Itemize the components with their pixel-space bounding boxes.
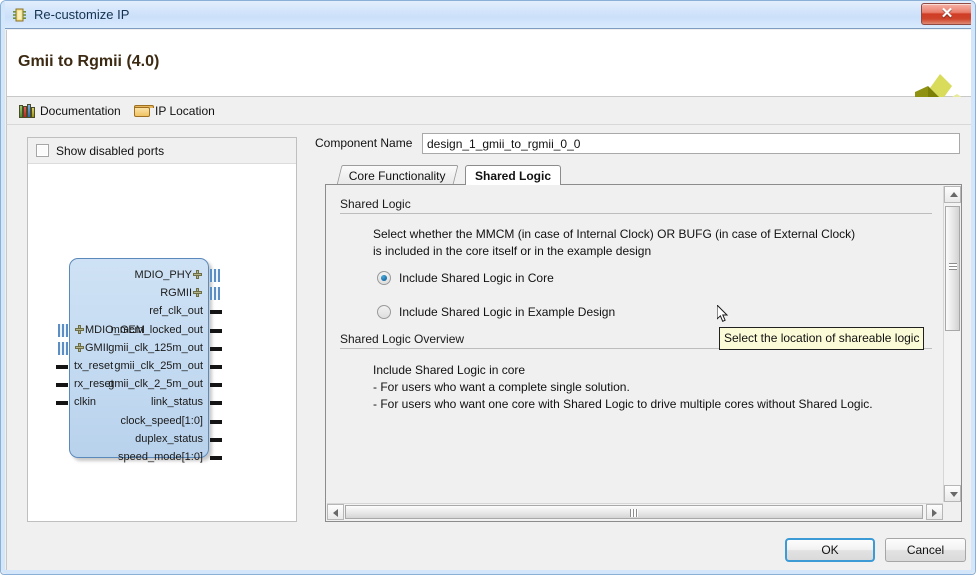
radio-include-in-core[interactable] <box>377 271 391 285</box>
pin-connector-icon <box>210 433 222 446</box>
port-label: speed_mode[1:0] <box>117 451 203 463</box>
bus-pin-connector-icon <box>58 323 68 337</box>
port-label: MDIO_PHY <box>135 269 203 282</box>
option-include-in-core-label: Include Shared Logic in Core <box>399 271 554 285</box>
page-title: Gmii to Rgmii (4.0) <box>18 53 160 70</box>
component-name-label: Component Name <box>315 136 413 150</box>
port-label: clock_speed[1:0] <box>120 414 203 427</box>
ip-toolbar: Documentation IP Location <box>6 97 972 125</box>
port-name: MDIO_PHY <box>134 269 192 281</box>
option-include-in-example-design[interactable]: Include Shared Logic in Example Design <box>377 303 615 321</box>
horizontal-scrollbar-thumb[interactable] <box>345 505 923 519</box>
scrollbar-grip-icon <box>949 263 957 270</box>
port-diagram-panel: Show disabled ports MDIO_PHY RGMII ref_clk… <box>27 137 297 522</box>
scroll-down-arrow-icon[interactable] <box>944 485 961 502</box>
title-bar: Re-customize IP ✕ <box>1 1 975 29</box>
documentation-link[interactable]: Documentation <box>19 102 121 120</box>
port-label: rx_reset <box>74 378 114 391</box>
vertical-scrollbar[interactable] <box>943 186 961 502</box>
port-label: gmii_clk_25m_out <box>114 360 203 372</box>
shared-logic-tab-panel: Shared Logic Select whether the MMCM (in… <box>325 185 962 522</box>
shared-logic-description-line1: Select whether the MMCM (in case of Inte… <box>373 227 856 241</box>
ip-block-icon <box>12 7 28 23</box>
port-label: duplex_status <box>135 432 203 445</box>
tooltip: Select the location of shareable logic <box>719 327 925 350</box>
show-disabled-ports-row[interactable]: Show disabled ports <box>28 138 296 164</box>
pin-connector-icon <box>210 415 222 428</box>
ip-location-link[interactable]: IP Location <box>134 102 215 120</box>
books-icon <box>19 103 35 119</box>
tab-shared-logic[interactable]: Shared Logic <box>465 165 562 185</box>
shared-logic-description-line2: is included in the core itself or in the… <box>373 244 652 258</box>
folder-icon <box>134 104 154 118</box>
re-customize-ip-window: Re-customize IP ✕ Gmii to Rgmii (4.0) Do… <box>0 0 976 575</box>
bus-pin-connector-icon <box>210 269 220 282</box>
component-name-row: Component Name <box>312 133 962 155</box>
overview-line3: - For users who want one core with Share… <box>373 397 873 411</box>
expand-plus-icon[interactable] <box>193 270 202 279</box>
pin-connector-icon <box>210 378 222 391</box>
ip-symbol-diagram[interactable]: MDIO_PHY RGMII ref_clk_out mmcm_locked_out g… <box>28 164 296 521</box>
documentation-label: Documentation <box>40 104 121 118</box>
ok-button[interactable]: OK <box>785 538 875 562</box>
overview-line1: Include Shared Logic in core <box>373 363 526 377</box>
port-label: tx_reset <box>74 360 114 372</box>
scrollbar-grip-icon <box>630 509 638 517</box>
show-disabled-ports-checkbox[interactable] <box>36 144 49 157</box>
port-label: link_status <box>151 396 203 409</box>
content-area: Show disabled ports MDIO_PHY RGMII ref_clk… <box>6 125 972 527</box>
overview-section-title: Shared Logic Overview <box>340 332 470 346</box>
port-name: MDIO_GEM <box>85 323 145 336</box>
pin-connector-icon <box>210 451 222 464</box>
bus-pin-connector-icon <box>210 287 220 301</box>
tab-core-functionality[interactable]: Core Functionality <box>336 165 459 185</box>
pin-connector-icon <box>210 342 222 355</box>
expand-plus-icon[interactable] <box>75 342 84 352</box>
port-label: MDIO_GEM <box>74 324 145 337</box>
dialog-footer: OK Cancel <box>6 527 972 571</box>
pin-connector-icon <box>210 324 222 337</box>
pin-connector-icon <box>56 378 68 391</box>
pin-connector-icon <box>56 396 68 409</box>
tab-strip: Core Functionality Shared Logic <box>325 165 962 185</box>
bus-pin-connector-icon <box>58 341 68 355</box>
close-icon: ✕ <box>940 5 954 22</box>
port-label: ref_clk_out <box>149 305 203 318</box>
port-label: clkin <box>74 396 97 409</box>
pin-connector-icon <box>210 396 222 409</box>
pin-connector-icon <box>210 360 222 373</box>
scroll-up-arrow-icon[interactable] <box>944 186 961 203</box>
show-disabled-ports-label: Show disabled ports <box>56 143 165 158</box>
port-label: gmii_clk_125m_out <box>108 341 203 354</box>
pin-connector-icon <box>56 360 68 373</box>
vertical-scrollbar-thumb[interactable] <box>945 206 960 331</box>
window-title: Re-customize IP <box>34 7 130 22</box>
section-divider <box>340 213 932 214</box>
pin-connector-icon <box>210 305 222 318</box>
ip-header-band: Gmii to Rgmii (4.0) <box>6 30 972 121</box>
shared-logic-section-title: Shared Logic <box>340 197 416 211</box>
component-name-input[interactable] <box>422 133 960 154</box>
option-include-in-example-design-label: Include Shared Logic in Example Design <box>399 305 616 319</box>
overview-line2: - For users who want a complete single s… <box>373 380 630 394</box>
ip-location-label: IP Location <box>155 104 215 118</box>
horizontal-scrollbar[interactable] <box>327 503 943 520</box>
scroll-left-arrow-icon[interactable] <box>327 504 344 520</box>
cancel-button[interactable]: Cancel <box>885 538 966 562</box>
option-include-in-core[interactable]: Include Shared Logic in Core <box>377 269 554 287</box>
tab-core-functionality-label: Core Functionality <box>348 169 446 183</box>
port-name: GMII <box>85 341 109 354</box>
scroll-right-arrow-icon[interactable] <box>926 504 943 520</box>
close-button[interactable]: ✕ <box>921 3 973 25</box>
expand-plus-icon[interactable] <box>75 324 84 334</box>
radio-include-in-example-design[interactable] <box>377 305 391 319</box>
port-name: RGMII <box>160 287 192 300</box>
port-label: RGMII <box>160 287 203 300</box>
port-label: GMII <box>74 342 109 355</box>
expand-plus-icon[interactable] <box>193 288 202 298</box>
tab-shared-logic-label: Shared Logic <box>475 169 552 183</box>
port-label: gmii_clk_2_5m_out <box>108 378 203 391</box>
